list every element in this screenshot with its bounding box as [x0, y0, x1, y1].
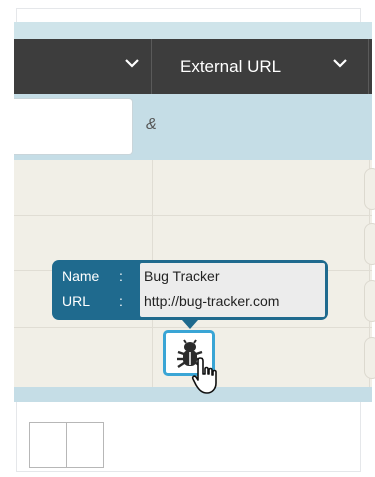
- pager: [29, 422, 104, 468]
- column-header-previous[interactable]: [14, 39, 152, 94]
- table-top-band: [14, 22, 372, 39]
- pager-next-button[interactable]: [67, 423, 104, 467]
- table-row[interactable]: [364, 223, 375, 265]
- tooltip-name-value: Bug Tracker: [144, 268, 220, 284]
- hand-pointer-icon: [191, 357, 217, 394]
- tooltip-arrow: [182, 320, 198, 329]
- filter-input[interactable]: [14, 98, 133, 155]
- tooltip-separator: :: [119, 293, 123, 309]
- chevron-down-icon[interactable]: [124, 55, 140, 71]
- row-divider: [14, 215, 372, 216]
- tooltip-url-key: URL: [62, 293, 91, 309]
- tooltip-url-value: http://bug-tracker.com: [144, 293, 280, 309]
- tooltip-name-key: Name: [62, 268, 100, 284]
- chevron-down-icon[interactable]: [332, 55, 348, 71]
- column-header-external-url[interactable]: External URL: [152, 39, 369, 94]
- column-header-label: External URL: [180, 57, 282, 76]
- tooltip: Name : Bug Tracker URL : http://bug-trac…: [52, 260, 328, 320]
- table-row[interactable]: [364, 337, 375, 379]
- pager-prev-button[interactable]: [30, 423, 67, 467]
- table-row[interactable]: [364, 280, 375, 322]
- table-row[interactable]: [364, 168, 375, 210]
- filter-operator-symbol: &: [146, 116, 157, 133]
- table-header: External URL: [14, 39, 372, 94]
- tooltip-separator: :: [119, 268, 123, 284]
